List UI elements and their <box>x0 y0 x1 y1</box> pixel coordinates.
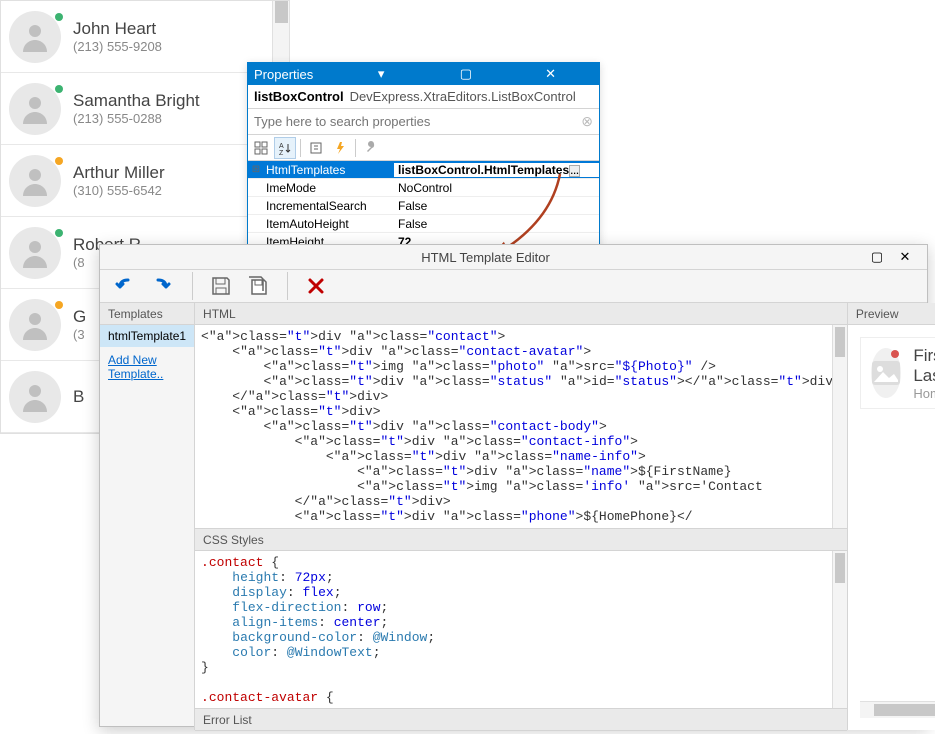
dropdown-icon[interactable]: ▾ <box>339 65 424 83</box>
redo-button[interactable] <box>148 270 180 302</box>
preview-item: FirstName LastName HomePhone <box>860 337 935 409</box>
property-row[interactable]: IncrementalSearch False <box>248 197 599 215</box>
editor-title: HTML Template Editor <box>108 250 863 265</box>
property-row[interactable]: ⊞ HtmlTemplates listBoxControl.HtmlTempl… <box>248 161 599 179</box>
code-panel: HTML <"a">class="t">div "a">class="conta… <box>195 303 848 730</box>
preview-name: FirstName LastName <box>913 346 935 386</box>
save-button[interactable] <box>205 270 237 302</box>
property-value[interactable]: False <box>394 217 599 231</box>
ellipsis-button[interactable]: … <box>569 165 580 177</box>
undo-button[interactable] <box>110 270 142 302</box>
close-icon[interactable]: ✕ <box>508 65 593 83</box>
contact-name: John Heart <box>73 19 281 39</box>
svg-text:Z: Z <box>279 150 284 155</box>
property-name: HtmlTemplates <box>264 163 394 177</box>
categorized-icon[interactable] <box>250 137 272 159</box>
status-dot <box>55 157 63 165</box>
property-row[interactable]: ItemAutoHeight False <box>248 215 599 233</box>
property-value[interactable]: False <box>394 199 599 213</box>
template-item[interactable]: htmlTemplate1 <box>100 325 194 347</box>
css-editor[interactable]: .contact { height: 72px; display: flex; … <box>195 551 847 708</box>
properties-title: Properties <box>254 67 339 82</box>
list-item[interactable]: Arthur Miller (310) 555-6542 <box>1 145 289 217</box>
properties-icon[interactable] <box>305 137 327 159</box>
avatar <box>9 299 61 351</box>
property-search[interactable]: ⊗ <box>248 109 599 135</box>
preview-panel: Preview FirstName LastName HomePhone <box>848 303 935 730</box>
close-icon[interactable]: ✕ <box>891 245 919 269</box>
image-placeholder-icon <box>871 360 901 386</box>
object-name: listBoxControl <box>254 89 344 104</box>
editor-titlebar[interactable]: HTML Template Editor ▢ ✕ <box>100 245 927 270</box>
properties-titlebar[interactable]: Properties ▾ ▢ ✕ <box>248 63 599 85</box>
alphabetical-icon[interactable]: AZ <box>274 137 296 159</box>
templates-header: Templates <box>100 303 194 325</box>
clear-search-icon[interactable]: ⊗ <box>581 113 593 130</box>
svg-text:A: A <box>279 143 284 150</box>
contact-phone: (213) 555-9208 <box>73 39 281 54</box>
object-type: DevExpress.XtraEditors.ListBoxControl <box>350 89 576 104</box>
add-template-link[interactable]: Add New Template.. <box>100 347 194 387</box>
error-list-header[interactable]: Error List <box>195 709 847 731</box>
avatar <box>9 227 61 279</box>
status-dot <box>55 13 63 21</box>
maximize-icon[interactable]: ▢ <box>863 245 891 269</box>
vertical-scrollbar[interactable] <box>832 325 847 528</box>
html-header: HTML <box>195 303 847 325</box>
wrench-icon[interactable] <box>360 137 382 159</box>
properties-window: Properties ▾ ▢ ✕ listBoxControl DevExpre… <box>247 62 600 252</box>
property-value[interactable]: listBoxControl.HtmlTemplates… <box>394 163 599 177</box>
property-name: ImeMode <box>264 181 394 195</box>
events-icon[interactable] <box>329 137 351 159</box>
object-selector[interactable]: listBoxControl DevExpress.XtraEditors.Li… <box>248 85 599 109</box>
avatar <box>871 348 901 398</box>
avatar <box>9 11 61 63</box>
property-grid[interactable]: ⊞ HtmlTemplates listBoxControl.HtmlTempl… <box>248 161 599 251</box>
preview-header: Preview <box>848 303 935 325</box>
delete-button[interactable] <box>300 270 332 302</box>
properties-toolbar: AZ <box>248 135 599 161</box>
property-value[interactable]: NoControl <box>394 181 599 195</box>
save-all-button[interactable] <box>243 270 275 302</box>
list-item[interactable]: John Heart (213) 555-9208 <box>1 1 289 73</box>
property-name: ItemAutoHeight <box>264 217 394 231</box>
avatar <box>9 371 61 423</box>
html-editor[interactable]: <"a">class="t">div "a">class="contact"> … <box>195 325 847 528</box>
search-input[interactable] <box>254 114 581 129</box>
status-dot <box>55 85 63 93</box>
vertical-scrollbar[interactable] <box>832 551 847 708</box>
property-name: IncrementalSearch <box>264 199 394 213</box>
avatar <box>9 83 61 135</box>
property-row[interactable]: ImeMode NoControl <box>248 179 599 197</box>
status-dot <box>891 350 899 358</box>
editor-toolbar <box>100 270 927 303</box>
maximize-icon[interactable]: ▢ <box>424 65 509 83</box>
templates-panel: Templates htmlTemplate1 Add New Template… <box>100 303 195 730</box>
html-template-editor-window: HTML Template Editor ▢ ✕ Templates htmlT… <box>99 244 928 727</box>
status-dot <box>55 229 63 237</box>
horizontal-scrollbar[interactable] <box>860 701 935 718</box>
avatar <box>9 155 61 207</box>
css-header: CSS Styles <box>195 529 847 551</box>
preview-phone: HomePhone <box>913 386 935 401</box>
list-item[interactable]: Samantha Bright (213) 555-0288 <box>1 73 289 145</box>
status-dot <box>55 301 63 309</box>
